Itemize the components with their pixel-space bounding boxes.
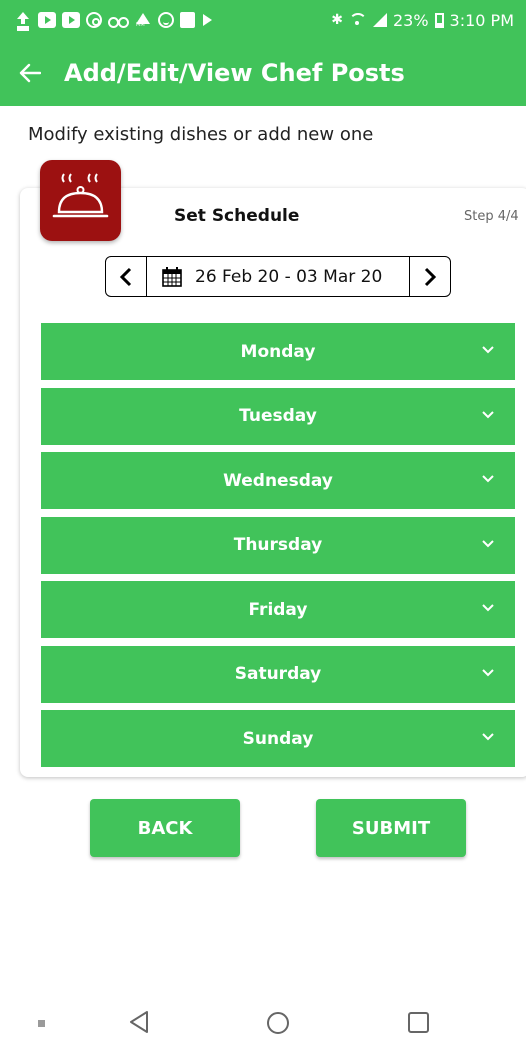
page-subtitle: Modify existing dishes or add new one: [28, 124, 374, 145]
whatsapp-icon: [86, 12, 102, 28]
play-icon: [201, 12, 219, 28]
next-week-button[interactable]: [410, 257, 450, 296]
day-label: Thursday: [233, 535, 323, 555]
serving-dish-icon: [40, 160, 121, 241]
chevron-down-icon: [482, 475, 494, 483]
previous-week-button[interactable]: [106, 257, 146, 296]
day-label: Friday: [248, 599, 308, 620]
day-label: Monday: [240, 341, 316, 362]
chevron-down-icon: [482, 604, 494, 612]
back-arrow-icon[interactable]: [0, 40, 60, 106]
status-bar: ✱ 23% 3:10 PM: [0, 0, 526, 40]
date-range-text: 26 Feb 20 - 03 Mar 20: [195, 266, 383, 287]
notification-icons: [14, 9, 219, 31]
day-row-thursday[interactable]: Thursday: [41, 516, 515, 574]
youtube-icon: [38, 12, 56, 28]
day-row-wednesday[interactable]: Wednesday: [41, 452, 515, 509]
nav-dot-icon: [38, 1020, 45, 1027]
day-label: Sunday: [242, 728, 314, 749]
mm-icon: [134, 12, 152, 28]
bluetooth-icon: ✱: [331, 12, 343, 28]
nav-back-icon[interactable]: [128, 1010, 150, 1034]
chevron-left-icon: [119, 267, 132, 286]
day-label: Wednesday: [223, 470, 333, 491]
day-list: Monday Tuesday Wednesday Thursday Friday…: [41, 323, 515, 775]
day-row-monday[interactable]: Monday: [41, 323, 515, 380]
battery-percent: 23%: [392, 10, 429, 30]
battery-icon: [434, 12, 444, 28]
date-range-navigator: 26 Feb 20 - 03 Mar 20: [105, 256, 451, 297]
system-nav-bar: [0, 998, 526, 1044]
chevron-down-icon: [482, 410, 494, 418]
date-range-display[interactable]: 26 Feb 20 - 03 Mar 20: [146, 257, 410, 296]
day-label: Saturday: [234, 664, 322, 684]
day-row-saturday[interactable]: Saturday: [41, 645, 515, 703]
day-row-sunday[interactable]: Sunday: [41, 710, 515, 767]
page-title: Add/Edit/View Chef Posts: [64, 59, 405, 87]
youtube-icon: [62, 12, 80, 28]
clock: 3:10 PM: [449, 10, 514, 30]
chevron-down-icon: [482, 733, 494, 741]
system-status: ✱ 23% 3:10 PM: [331, 9, 514, 31]
wifi-icon: [348, 13, 367, 27]
calendar-icon: [162, 266, 182, 287]
day-label: Tuesday: [239, 406, 317, 426]
day-row-friday[interactable]: Friday: [41, 581, 515, 638]
upload-icon: [14, 12, 32, 28]
nav-home-icon[interactable]: [267, 1012, 289, 1034]
nav-recents-icon[interactable]: [408, 1012, 429, 1033]
chevron-down-icon: [482, 539, 494, 547]
app-bar: Add/Edit/View Chef Posts: [0, 40, 526, 106]
back-button[interactable]: BACK: [90, 799, 240, 857]
chevron-down-icon: [482, 346, 494, 354]
chevron-right-icon: [424, 267, 437, 286]
app-icon: [180, 12, 195, 28]
chevron-down-icon: [482, 668, 494, 676]
step-indicator: Step 4/4: [464, 209, 519, 224]
smiley-icon: [158, 12, 174, 28]
card-title: Set Schedule: [174, 206, 300, 226]
day-row-tuesday[interactable]: Tuesday: [41, 387, 515, 445]
signal-icon: [372, 13, 387, 27]
voicemail-icon: [108, 12, 129, 28]
submit-button[interactable]: SUBMIT: [316, 799, 466, 857]
